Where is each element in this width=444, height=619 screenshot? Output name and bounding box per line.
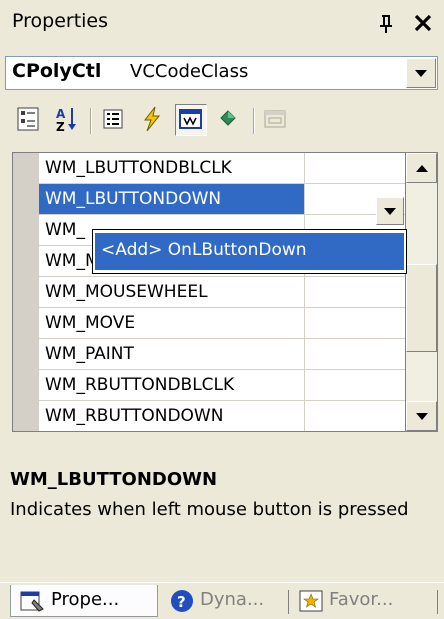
scroll-down-button[interactable] [406, 401, 437, 431]
events-icon [143, 106, 161, 132]
tab-label: Favor... [329, 589, 394, 610]
dropdown-option-label: <Add> OnLButtonDown [101, 240, 307, 260]
tab-dynamic-help[interactable]: ? Dyna... [166, 585, 284, 617]
chevron-down-icon [384, 208, 396, 215]
scrollbar-thumb[interactable] [406, 264, 437, 352]
tab-separator [437, 590, 438, 614]
panel-title: Properties [12, 10, 109, 32]
tab-label: Prope... [51, 589, 120, 610]
grid-gutter [13, 153, 39, 431]
properties-icon [103, 109, 123, 129]
properties-button[interactable] [98, 104, 130, 136]
chevron-down-icon [415, 70, 427, 77]
property-pages-button [260, 104, 292, 136]
tab-favorites[interactable]: Favor... [295, 585, 435, 617]
object-type: VCCodeClass [130, 61, 249, 82]
description-title: WM_LBUTTONDOWN [10, 469, 218, 490]
scroll-up-button[interactable] [406, 153, 437, 183]
categorized-icon [17, 107, 39, 131]
table-row-selected[interactable]: WM_LBUTTONDOWN [39, 184, 405, 215]
alphabetical-icon: A Z [56, 107, 76, 134]
row-name: WM_PAINT [45, 344, 134, 364]
tab-properties[interactable]: Prope... [10, 585, 158, 617]
row-name: WM_LBUTTONDOWN [45, 189, 222, 209]
favorites-icon [299, 590, 323, 612]
table-row[interactable]: WM_MOUSEWHEEL [39, 277, 405, 308]
overrides-button[interactable] [213, 104, 245, 136]
messages-button[interactable] [175, 104, 207, 136]
table-row[interactable]: WM_RBUTTONDBLCLK [39, 370, 405, 401]
pin-icon[interactable] [378, 14, 394, 34]
svg-text:A: A [56, 107, 66, 121]
tab-label: Dyna... [200, 589, 265, 610]
properties-window-icon [20, 591, 44, 612]
row-name: WM_ [45, 220, 85, 240]
help-icon: ? [171, 590, 193, 612]
chevron-down-icon [416, 413, 428, 420]
svg-text:?: ? [177, 593, 186, 611]
tab-strip-border [0, 582, 444, 583]
handler-dropdown-list: <Add> OnLButtonDown [92, 229, 407, 274]
property-pages-icon [264, 110, 286, 128]
row-name: WM_MOUSEWHEEL [45, 282, 208, 302]
events-button[interactable] [137, 104, 169, 136]
object-selector[interactable]: CPolyCtl VCCodeClass [5, 56, 438, 90]
value-dropdown-button[interactable] [376, 197, 404, 225]
alphabetical-button[interactable]: A Z [52, 104, 84, 136]
messages-icon [179, 109, 202, 129]
svg-text:Z: Z [56, 120, 65, 134]
row-name: WM_LBUTTONDBLCLK [45, 158, 232, 178]
table-row[interactable]: WM_RBUTTONDOWN [39, 401, 405, 431]
property-grid: WM_LBUTTONDBLCLK WM_LBUTTONDOWN WM_ WM_M… [12, 152, 406, 432]
close-icon[interactable] [412, 12, 434, 34]
categorized-button[interactable] [13, 104, 45, 136]
chevron-up-icon [416, 165, 428, 172]
dropdown-option[interactable]: <Add> OnLButtonDown [95, 233, 404, 270]
description-text: Indicates when left mouse button is pres… [10, 499, 409, 520]
vertical-scrollbar[interactable] [406, 152, 438, 432]
row-name: WM_MOVE [45, 313, 136, 333]
table-row[interactable]: WM_PAINT [39, 339, 405, 370]
object-name: CPolyCtl [12, 60, 102, 82]
overrides-icon [220, 110, 236, 126]
tab-separator [288, 590, 289, 614]
row-name: WM_RBUTTONDBLCLK [45, 375, 235, 395]
table-row[interactable]: WM_LBUTTONDBLCLK [39, 153, 405, 184]
toolbar-separator [90, 108, 92, 134]
toolbar-separator [253, 108, 255, 134]
row-name: WM_RBUTTONDOWN [45, 406, 224, 426]
object-selector-dropdown-button[interactable] [406, 58, 436, 88]
table-row[interactable]: WM_MOVE [39, 308, 405, 339]
